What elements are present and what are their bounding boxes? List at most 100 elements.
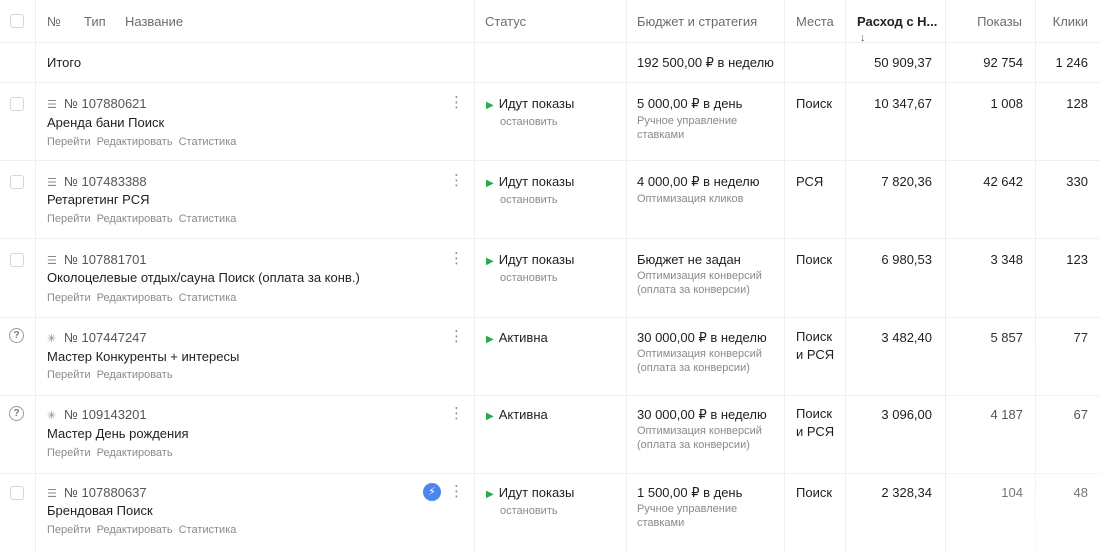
play-icon: ▶: [486, 100, 494, 111]
campaign-strategy: Оптимизация конверсий (оплата за конверс…: [637, 270, 762, 296]
more-menu-icon[interactable]: ⋮: [449, 95, 464, 110]
campaign-name[interactable]: Ретаргетинг РСЯ: [47, 192, 149, 207]
campaign-id: ✳ № 109143201: [47, 407, 147, 422]
row-checkbox[interactable]: [10, 97, 24, 111]
campaign-id-text: № 107881701: [64, 252, 147, 267]
header-spend-cell: Расход с Н... ↓: [846, 0, 946, 44]
campaign-id-text: № 109143201: [64, 407, 147, 422]
edit-link[interactable]: Редактировать: [97, 369, 173, 381]
campaign-budget: 30 000,00 ₽ в неделю: [637, 330, 767, 345]
row-checkbox[interactable]: [10, 253, 24, 267]
table-row: ? ✳ № 109143201 Мастер День рождения Пере…: [0, 395, 1100, 474]
header-name-cell: [36, 0, 475, 42]
campaign-clicks: 330: [1066, 174, 1088, 189]
campaign-id: ☰ № 107483388: [47, 174, 147, 189]
status-text: Идут показы: [498, 485, 575, 500]
campaign-shows: 4 187: [990, 407, 1023, 422]
header-status[interactable]: Статус: [485, 14, 526, 29]
header-checkbox-cell: [0, 0, 36, 42]
go-link[interactable]: Перейти: [47, 369, 91, 381]
campaign-strategy: Ручное управление ставками: [637, 503, 738, 529]
campaign-id-text: № 107483388: [64, 174, 147, 189]
header-spend[interactable]: Расход с Н... ↓: [857, 14, 945, 44]
play-icon: ▶: [486, 256, 494, 267]
total-clicks: 1 246: [1055, 55, 1088, 70]
campaign-budget: 4 000,00 ₽ в неделю: [637, 174, 760, 189]
stats-link[interactable]: Статистика: [179, 213, 237, 225]
campaign-status: ▶ Идут показы: [486, 485, 574, 500]
stop-link[interactable]: остановить: [500, 116, 558, 128]
play-icon: ▶: [486, 334, 494, 345]
header-clicks[interactable]: Клики: [1053, 14, 1088, 29]
header-shows-cell: Показы: [946, 0, 1036, 42]
edit-link[interactable]: Редактировать: [97, 524, 173, 536]
campaign-name[interactable]: Околоцелевые отдых/сауна Поиск (оплата з…: [47, 270, 360, 285]
table-row: ☰ № 107881701 Околоцелевые отдых/сауна По…: [0, 238, 1100, 318]
campaign-places: РСЯ: [796, 174, 824, 189]
header-places-cell: Места: [785, 0, 846, 42]
stop-link[interactable]: остановить: [500, 272, 558, 284]
campaign-name[interactable]: Мастер Конкуренты + интересы: [47, 349, 239, 364]
campaign-spend: 7 820,36: [881, 174, 932, 189]
play-icon: ▶: [486, 489, 494, 500]
lightning-icon[interactable]: ⚡: [423, 483, 441, 501]
go-link[interactable]: Перейти: [47, 447, 91, 459]
campaign-status: ▶ Идут показы: [486, 96, 574, 111]
campaign-name[interactable]: Аренда бани Поиск: [47, 115, 164, 130]
master-campaign-icon: ✳: [47, 410, 57, 422]
campaign-id: ✳ № 107447247: [47, 330, 147, 345]
campaign-spend: 3 096,00: [881, 407, 932, 422]
header-shows[interactable]: Показы: [977, 14, 1022, 29]
campaign-clicks: 77: [1073, 330, 1088, 345]
campaign-id-text: № 107880637: [64, 485, 147, 500]
campaign-shows: 104: [1001, 485, 1023, 500]
table-row: ☰ № 107880637 Брендовая Поиск Перейти Реда…: [0, 473, 1100, 552]
help-icon[interactable]: ?: [9, 406, 24, 421]
total-budget: 192 500,00 ₽ в неделю: [637, 55, 774, 70]
campaign-name[interactable]: Мастер День рождения: [47, 426, 189, 441]
stop-link[interactable]: остановить: [500, 505, 558, 517]
more-menu-icon[interactable]: ⋮: [449, 329, 464, 344]
go-link[interactable]: Перейти: [47, 524, 91, 536]
more-menu-icon[interactable]: ⋮: [449, 484, 464, 499]
campaign-spend: 10 347,67: [874, 96, 932, 111]
table-row: ? ✳ № 107447247 Мастер Конкуренты + интер…: [0, 317, 1100, 396]
edit-link[interactable]: Редактировать: [97, 136, 173, 148]
edit-link[interactable]: Редактировать: [97, 447, 173, 459]
campaign-places: Поиск: [796, 485, 833, 500]
stop-link[interactable]: остановить: [500, 194, 558, 206]
campaign-places: Поиск: [796, 252, 833, 267]
campaign-name[interactable]: Брендовая Поиск: [47, 503, 153, 518]
campaign-budget: 1 500,00 ₽ в день: [637, 485, 743, 500]
campaign-clicks: 128: [1066, 96, 1088, 111]
campaign-links: Перейти Редактировать Статистика: [47, 136, 242, 148]
campaign-spend: 6 980,53: [881, 252, 932, 267]
more-menu-icon[interactable]: ⋮: [449, 173, 464, 188]
header-clicks-cell: Клики: [1036, 0, 1100, 42]
edit-link[interactable]: Редактировать: [97, 292, 173, 304]
go-link[interactable]: Перейти: [47, 292, 91, 304]
text-campaign-icon: ☰: [47, 177, 57, 189]
header-budget-cell: Бюджет и стратегия: [627, 0, 785, 42]
campaign-budget: Бюджет не задан: [637, 252, 741, 267]
header-places[interactable]: Места: [796, 14, 834, 29]
row-checkbox[interactable]: [10, 486, 24, 500]
select-all-checkbox[interactable]: [10, 14, 24, 28]
campaign-status: ▶ Активна: [486, 330, 548, 345]
total-label: Итого: [47, 55, 82, 70]
stats-link[interactable]: Статистика: [179, 292, 237, 304]
more-menu-icon[interactable]: ⋮: [449, 406, 464, 421]
campaign-links: Перейти Редактировать: [47, 447, 179, 459]
campaign-links: Перейти Редактировать Статистика: [47, 213, 242, 225]
help-icon[interactable]: ?: [9, 328, 24, 343]
edit-link[interactable]: Редактировать: [97, 213, 173, 225]
campaign-shows: 1 008: [990, 96, 1023, 111]
stats-link[interactable]: Статистика: [179, 136, 237, 148]
row-checkbox[interactable]: [10, 175, 24, 189]
go-link[interactable]: Перейти: [47, 136, 91, 148]
stats-link[interactable]: Статистика: [179, 524, 237, 536]
more-menu-icon[interactable]: ⋮: [449, 251, 464, 266]
campaign-links: Перейти Редактировать: [47, 369, 179, 381]
go-link[interactable]: Перейти: [47, 213, 91, 225]
header-budget[interactable]: Бюджет и стратегия: [637, 14, 757, 29]
